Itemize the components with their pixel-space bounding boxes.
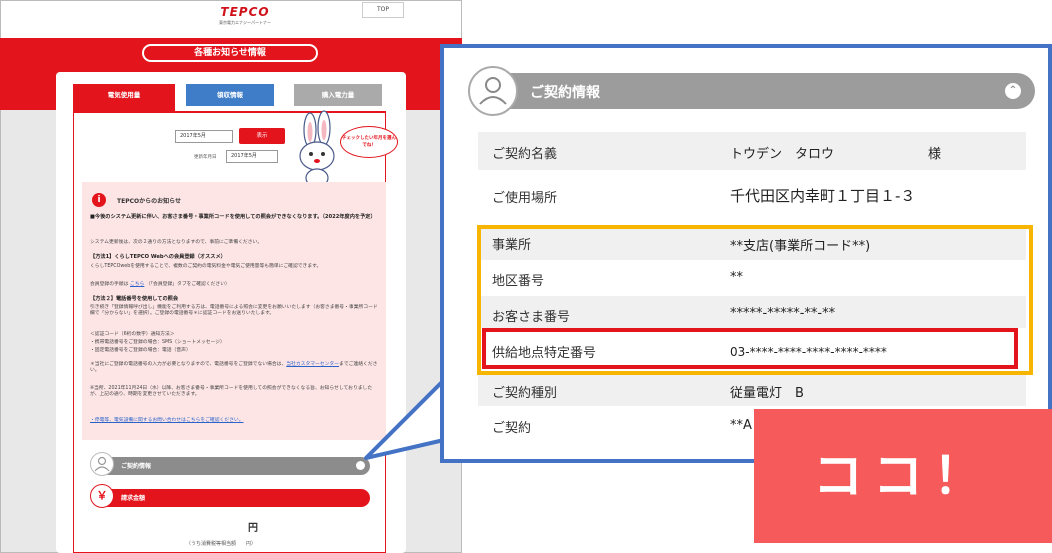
notice-line: ＜認証コード（6桁の数字）通知方法＞ bbox=[90, 332, 175, 337]
row-value: 従量電灯 B bbox=[730, 386, 804, 401]
notice-line: ■今後のシステム更新に伴い、お客さま番号・事業所コードを使用しての照会ができなく… bbox=[90, 214, 376, 220]
notice-line: 会員登録の手順は こちら （「会員登録」タブをご確認ください） bbox=[90, 282, 378, 288]
notice-text: （「会員登録」タブをご確認ください） bbox=[145, 282, 230, 287]
info-icon: i bbox=[92, 193, 106, 207]
chevron-up-icon[interactable] bbox=[356, 461, 365, 470]
tepco-logo[interactable]: TEPCO 東京電力エナジーパートナー bbox=[200, 5, 290, 26]
detail-row: ご使用場所 千代田区内幸町１丁目１-３ bbox=[478, 176, 1026, 214]
mascot-speech-bubble: チェックしたい年月を選んでね！ bbox=[340, 126, 398, 158]
tab-receipt[interactable]: 領収情報 bbox=[186, 84, 274, 106]
notice-line: ※当所、2021年11月24日（水）以降、お客さま番号・事業所コードを使用しての… bbox=[90, 386, 373, 397]
updated-label: 更新年月日 bbox=[194, 155, 217, 160]
yen-unit: 円 bbox=[248, 523, 258, 534]
notice-line: ・固定電話番号をご登録の場合：電話（音声） bbox=[90, 348, 191, 353]
callcenter-link[interactable]: 当社カスタマーセンター bbox=[286, 362, 339, 367]
highlight-box-red bbox=[482, 328, 1018, 369]
outage-link[interactable]: ・停電等、電気設備に関するお問い合わせはこちらをご確認ください。 bbox=[90, 418, 378, 424]
tab-usage[interactable]: 電気使用量 bbox=[73, 84, 175, 112]
tab-purchase[interactable]: 購入電力量 bbox=[294, 84, 382, 106]
row-value: 千代田区内幸町１丁目１-３ bbox=[730, 187, 916, 205]
notice-line: 【方法２】電話番号を使用しての照会 bbox=[90, 296, 179, 302]
logo-text: TEPCO bbox=[220, 5, 270, 19]
person-icon bbox=[90, 452, 114, 476]
notice-line: くらしTEPCOwebを使用することで、複数のご契約の電気料金や電気ご使用量等も… bbox=[90, 264, 322, 269]
notice-line: ＊当社にご登録の電話番号の入力が必要となりますので、電話番号をご登録でない場合は… bbox=[90, 362, 378, 374]
row-value: トウデン タロウ bbox=[730, 147, 835, 162]
show-button[interactable]: 表示 bbox=[239, 128, 285, 144]
row-value: **A bbox=[730, 418, 752, 433]
notice-line: 引き続き「登録情報呼び出し」機能をご利用する方は、電話番号による照会に変更をお願… bbox=[90, 305, 378, 316]
koko-label: ココ！ bbox=[754, 409, 1052, 543]
month-select[interactable]: 2017年5月 bbox=[175, 130, 233, 143]
contract-info-label: ご契約情報 bbox=[121, 463, 152, 470]
person-icon bbox=[468, 66, 518, 116]
row-label: ご契約 bbox=[492, 421, 532, 436]
detail-row: ご契約名義 トウデン タロウ 様 bbox=[478, 132, 1026, 170]
notice-line: システム更新後は、次の２通りの方法となりますので、事前にご準備ください。 bbox=[90, 240, 263, 245]
notice-line: 【方法1】くらしTEPCO Webへの会員登録（オススメ） bbox=[90, 254, 226, 260]
billing-label: 請求金額 bbox=[121, 495, 146, 502]
top-button[interactable]: TOP bbox=[362, 2, 404, 18]
row-label: ご契約種別 bbox=[492, 386, 558, 401]
here-link[interactable]: こちら bbox=[130, 282, 144, 287]
chevron-up-icon[interactable]: ⌃ bbox=[1005, 83, 1021, 99]
tax-note: （うち消費税等相当額 円） bbox=[186, 541, 257, 547]
row-label: ご使用場所 bbox=[492, 191, 558, 206]
notice-text: 会員登録の手順は bbox=[90, 282, 129, 287]
row-label: ご契約名義 bbox=[492, 147, 558, 162]
rabbit-mascot-icon bbox=[299, 110, 335, 188]
yen-icon: ￥ bbox=[90, 484, 114, 508]
detail-row: ご契約種別 従量電灯 B bbox=[478, 374, 1026, 406]
notice-title: TEPCOからのお知らせ bbox=[117, 198, 181, 205]
notice-line: ・携帯電話番号をご登録の場合：SMS（ショートメッセージ） bbox=[90, 340, 225, 345]
honorific: 様 bbox=[928, 147, 942, 162]
logo-subtext: 東京電力エナジーパートナー bbox=[219, 20, 271, 25]
notice-text: ＊当社にご登録の電話番号の入力が必要となりますので、電話番号をご登録でない場合は… bbox=[90, 362, 287, 367]
detail-title: ご契約情報 bbox=[530, 85, 600, 101]
updated-date: 2017年5月 bbox=[226, 150, 278, 163]
page-title: 各種お知らせ情報 bbox=[142, 44, 318, 62]
